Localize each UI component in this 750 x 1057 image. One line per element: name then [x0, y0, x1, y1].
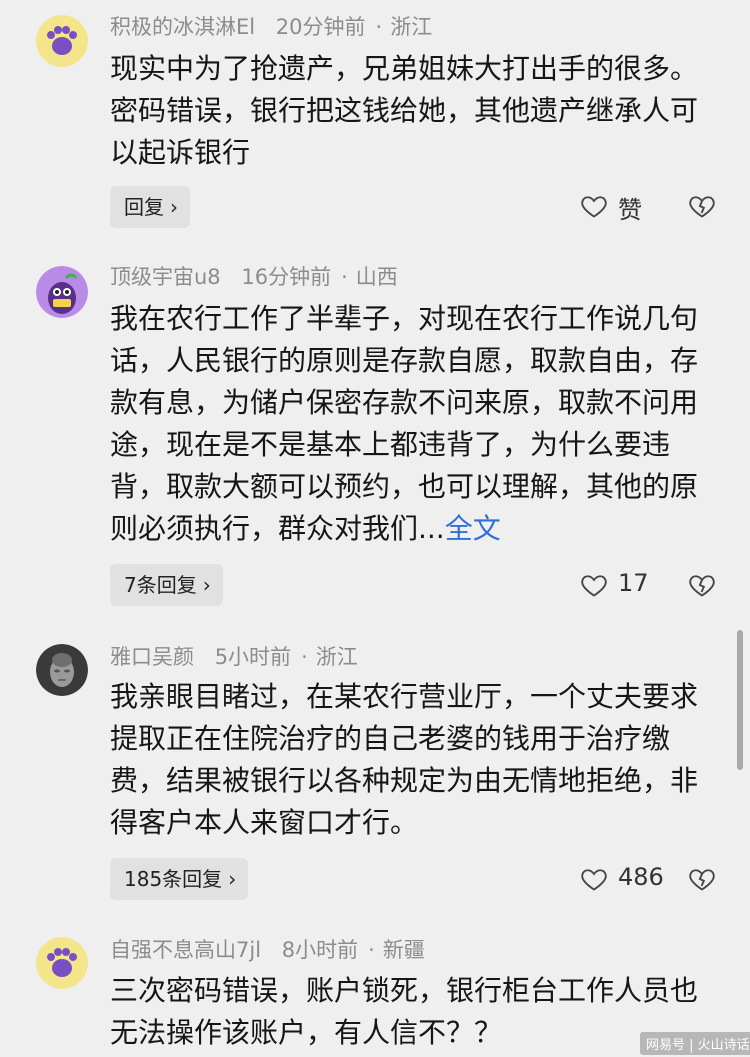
username[interactable]: 雅口吴颜	[110, 645, 194, 669]
comment-meta: 雅口吴颜 5小时前 · 浙江	[110, 644, 358, 670]
username[interactable]: 积极的冰淇淋El	[110, 15, 255, 39]
location: 山西	[355, 265, 398, 289]
username[interactable]: 自强不息高山7jl	[110, 938, 261, 962]
reply-label: 7条回复	[124, 573, 197, 597]
paw-avatar-icon	[36, 15, 88, 67]
scrollbar[interactable]	[737, 630, 743, 770]
chevron-right-icon: ›	[228, 867, 237, 891]
username[interactable]: 顶级宇宙u8	[110, 265, 221, 289]
comment-text: 现实中为了抢遗产，兄弟姐妹大打出手的很多。密码错误，银行把这钱给她，其他遗产继承…	[110, 52, 699, 169]
avatar[interactable]	[36, 15, 88, 67]
comment-text: 我在农行工作了半辈子，对现在农行工作说几句话，人民银行的原则是存款自愿，取款自由…	[110, 298, 710, 550]
reply-button[interactable]: 回复 ›	[110, 186, 190, 228]
reply-label: 回复	[124, 195, 164, 219]
location: 新疆	[382, 938, 425, 962]
broken-heart-icon[interactable]	[688, 571, 716, 599]
reply-button[interactable]: 7条回复 ›	[110, 564, 223, 606]
reply-label: 185条回复	[124, 867, 223, 891]
separator: ·	[301, 645, 308, 669]
comment-text-content: 我在农行工作了半辈子，对现在农行工作说几句话，人民银行的原则是存款自愿，取款自由…	[110, 302, 699, 545]
chevron-right-icon: ›	[202, 573, 211, 597]
timestamp: 8小时前	[281, 938, 359, 962]
expand-full-text-link[interactable]: 全文	[445, 512, 501, 545]
chevron-right-icon: ›	[170, 195, 178, 219]
character-avatar-icon	[36, 266, 88, 318]
avatar[interactable]	[36, 937, 88, 989]
timestamp: 5小时前	[214, 645, 292, 669]
avatar[interactable]	[36, 644, 88, 696]
comment-text: 我亲眼目睹过，在某农行营业厅，一个丈夫要求提取正在住院治疗的自己老婆的钱用于治疗…	[110, 680, 699, 839]
comment-meta: 顶级宇宙u8 16分钟前 · 山西	[110, 264, 398, 290]
heart-icon[interactable]	[580, 571, 608, 599]
comment-text: 三次密码错误，账户锁死，银行柜台工作人员也无法操作该账户，有人信不？？	[110, 974, 699, 1049]
timestamp: 16分钟前	[241, 265, 332, 289]
heart-icon[interactable]	[580, 865, 608, 893]
location: 浙江	[315, 645, 358, 669]
watermark: 网易号 | 火山诗话	[640, 1032, 750, 1055]
reply-button[interactable]: 185条回复 ›	[110, 858, 249, 900]
timestamp: 20分钟前	[275, 15, 366, 39]
avatar[interactable]	[36, 266, 88, 318]
separator: ·	[375, 15, 383, 39]
like-count: 赞	[618, 196, 642, 224]
separator: ·	[341, 265, 348, 289]
paw-avatar-icon	[36, 937, 88, 989]
broken-heart-icon[interactable]	[688, 865, 716, 893]
separator: ·	[368, 938, 375, 962]
location: 浙江	[390, 15, 433, 39]
like-count: 486	[618, 863, 664, 891]
comment-meta: 自强不息高山7jl 8小时前 · 新疆	[110, 937, 425, 963]
like-count: 17	[618, 569, 649, 597]
broken-heart-icon[interactable]	[688, 192, 716, 220]
statue-avatar-icon	[36, 644, 88, 696]
comment-meta: 积极的冰淇淋El 20分钟前 · 浙江	[110, 14, 432, 40]
heart-icon[interactable]	[580, 192, 608, 220]
